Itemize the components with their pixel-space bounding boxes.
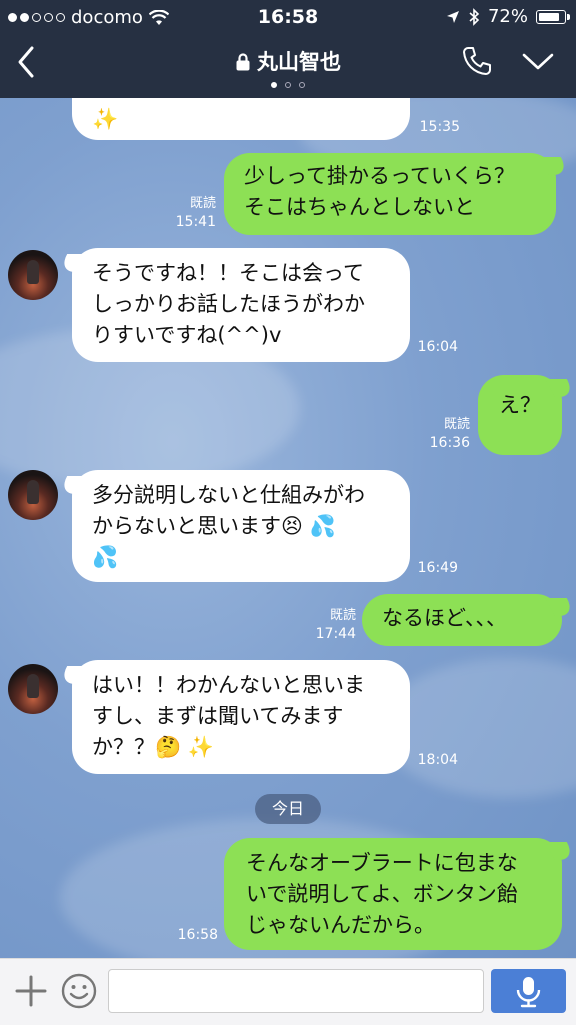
message-meta: 18:04 [414,751,458,769]
mic-icon [516,977,541,1008]
page-dot [271,82,277,88]
message-meta: 16:49 [414,559,458,577]
message-bubble-outgoing[interactable]: なるほど、、、 [362,594,562,646]
message-time: 16:36 [429,435,470,451]
battery-icon [536,9,570,24]
message-bubble-incoming[interactable]: はい！！わかんないと思いま すし、まずは聞いてみます か？？🤔 ✨ [72,660,410,774]
message-time: 18:04 [417,752,458,768]
message-bubble-incoming[interactable]: 多分説明しないと仕組みがわ からないと思います😣 💦 💦 [72,470,410,582]
message-bubble-incoming[interactable]: そうですね！！そこは会って しっかりお話したほうがわか りすいですね(^^)v [72,248,410,362]
chat-area[interactable]: ✨ 15:35 既読 15:41 少しって掛かるっていくら？ そこはちゃんとしな… [0,98,576,958]
message-input-bar [0,958,576,1025]
avatar[interactable] [8,664,58,714]
message-meta: 15:35 [416,118,460,136]
date-divider: 今日 [255,794,321,824]
page-dot [299,82,305,88]
chat-nav-bar: 丸山智也 [0,34,576,98]
app-header: docomo 16:58 72% 丸山智也 [0,0,576,98]
message-time: 17:44 [315,626,356,642]
lock-icon [236,53,250,71]
message-bubble-outgoing[interactable]: え？ [478,375,562,455]
status-bar: docomo 16:58 72% [0,0,576,34]
bluetooth-icon [469,7,480,26]
message-meta: 16:04 [414,338,458,356]
page-indicator [0,82,576,88]
message-meta: 16:58 [170,926,218,944]
plus-icon[interactable] [14,974,48,1008]
message-bubble-outgoing[interactable]: そんなオーブラートに包まな いで説明してよ、ボンタン飴 じゃないんだから。 [224,838,562,950]
avatar[interactable] [8,250,58,300]
voice-button[interactable] [491,969,566,1013]
message-bubble-incoming[interactable]: ✨ [72,98,410,140]
battery-percent: 72% [487,6,528,27]
message-input[interactable] [108,969,484,1013]
phone-icon[interactable] [460,44,494,78]
chevron-down-icon[interactable] [520,46,556,76]
read-receipt: 既読 [329,608,356,623]
read-receipt: 既読 [443,417,470,432]
avatar[interactable] [8,470,58,520]
message-time: 15:41 [175,214,216,230]
message-bubble-outgoing[interactable]: 少しって掛かるっていくら？ そこはちゃんとしないと [224,153,556,235]
page-dot [285,82,291,88]
smiley-icon[interactable] [60,972,98,1010]
contact-name: 丸山智也 [257,50,341,74]
message-time: 16:49 [417,560,458,576]
status-right: 72% [446,6,570,27]
location-arrow-icon [446,10,459,23]
message-time: 16:04 [417,339,458,355]
message-meta: 既読 15:41 [150,195,216,231]
message-time: 16:58 [177,927,218,943]
message-meta: 既読 17:44 [286,607,356,643]
read-receipt: 既読 [189,196,216,211]
message-time: 15:35 [419,119,460,135]
message-meta: 既読 16:36 [400,416,470,452]
